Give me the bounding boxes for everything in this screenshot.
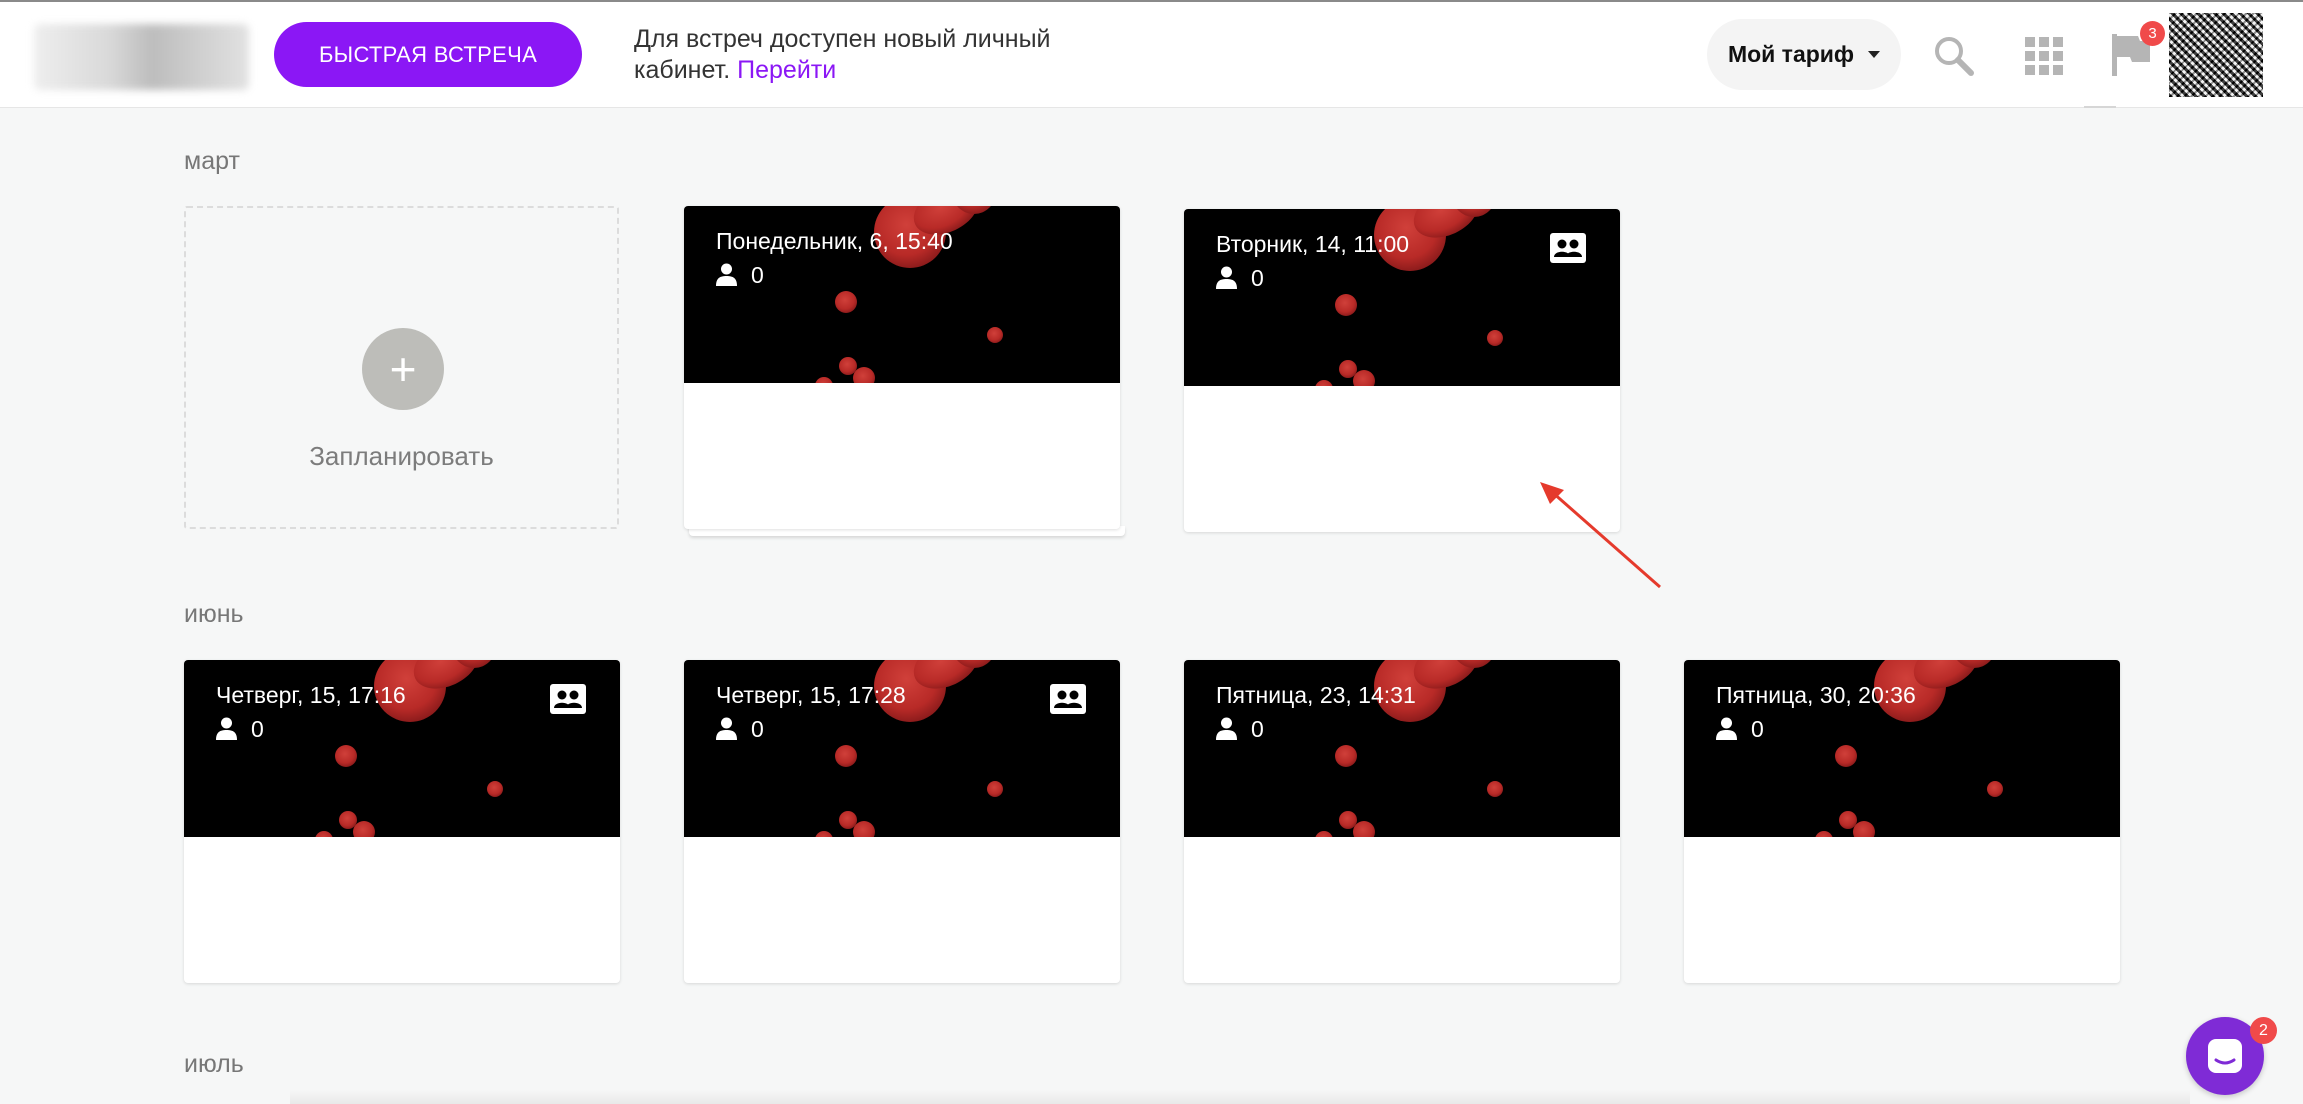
meeting-cover: Пятница, 23, 14:31 0 [1184,660,1620,837]
tariff-label: Мой тариф [1727,41,1855,67]
notification-badge: 3 [2140,21,2165,46]
participants-value: 0 [1251,716,1264,742]
meeting-date: Четверг, 15, 17:28 [716,682,906,708]
plus-icon: + [362,328,444,410]
chat-unread-badge: 2 [2250,1017,2277,1044]
chat-icon [2208,1039,2242,1073]
contact-card-icon[interactable] [1550,233,1586,263]
meeting-card[interactable]: Пятница, 23, 14:31 0 [1184,660,1620,983]
meeting-cover: Четверг, 15, 17:28 0 [684,660,1120,837]
person-icon [1216,266,1237,289]
participants-value: 0 [751,262,764,288]
meeting-cover: Четверг, 15, 17:16 0 [184,660,620,837]
meeting-cover: Пятница, 30, 20:36 0 [1684,660,2120,837]
person-icon [1216,717,1237,740]
schedule-label: Запланировать [309,441,494,471]
notice-text: Для встреч доступен новый личный кабинет… [634,25,1051,84]
scroll-indicator [2084,102,2116,108]
meeting-card[interactable]: Понедельник, 6, 15:40 0 [684,206,1120,529]
participants-count: 0 [1216,266,1264,290]
participants-count: 0 [1216,717,1264,741]
meeting-card[interactable]: Пятница, 30, 20:36 0 [1684,660,2120,983]
apps-grid-icon[interactable] [2024,36,2064,76]
bottom-fade [290,1090,2190,1104]
annotation-arrow [1540,482,1661,589]
participants-value: 0 [751,716,764,742]
month-heading: март [184,147,240,175]
participants-value: 0 [251,716,264,742]
contact-card-icon[interactable] [1050,684,1086,714]
meeting-card[interactable]: Четверг, 15, 17:16 0 [184,660,620,983]
schedule-meeting-card[interactable]: + Запланировать [184,206,619,529]
participants-count: 0 [716,263,764,287]
person-icon [716,263,737,286]
meeting-date: Пятница, 23, 14:31 [1216,682,1416,708]
meeting-date: Понедельник, 6, 15:40 [716,228,953,254]
brand-logo[interactable] [34,24,249,90]
participants-value: 0 [1251,265,1264,291]
participants-value: 0 [1751,716,1764,742]
meeting-card[interactable]: Четверг, 15, 17:28 0 [684,660,1120,983]
search-icon[interactable] [1932,34,1976,78]
meeting-date: Четверг, 15, 17:16 [216,682,406,708]
new-cabinet-notice: Для встреч доступен новый личный кабинет… [634,24,1054,86]
month-heading: июнь [184,600,244,628]
top-header: БЫСТРАЯ ВСТРЕЧА Для встреч доступен новы… [0,0,2303,108]
meeting-date: Пятница, 30, 20:36 [1716,682,1916,708]
person-icon [216,717,237,740]
meeting-cover: Вторник, 14, 11:00 0 [1184,209,1620,386]
participants-count: 0 [1716,717,1764,741]
quick-meeting-button[interactable]: БЫСТРАЯ ВСТРЕЧА [274,22,582,87]
user-avatar[interactable] [2169,13,2263,97]
contact-card-icon[interactable] [550,684,586,714]
chevron-down-icon [1868,51,1881,58]
notice-go-link[interactable]: Перейти [737,56,836,84]
person-icon [716,717,737,740]
person-icon [1716,717,1737,740]
my-tariff-button[interactable]: Мой тариф [1707,19,1901,90]
meeting-date: Вторник, 14, 11:00 [1216,231,1410,257]
month-heading: июль [184,1050,244,1078]
participants-count: 0 [716,717,764,741]
meeting-cover: Понедельник, 6, 15:40 0 [684,206,1120,383]
participants-count: 0 [216,717,264,741]
